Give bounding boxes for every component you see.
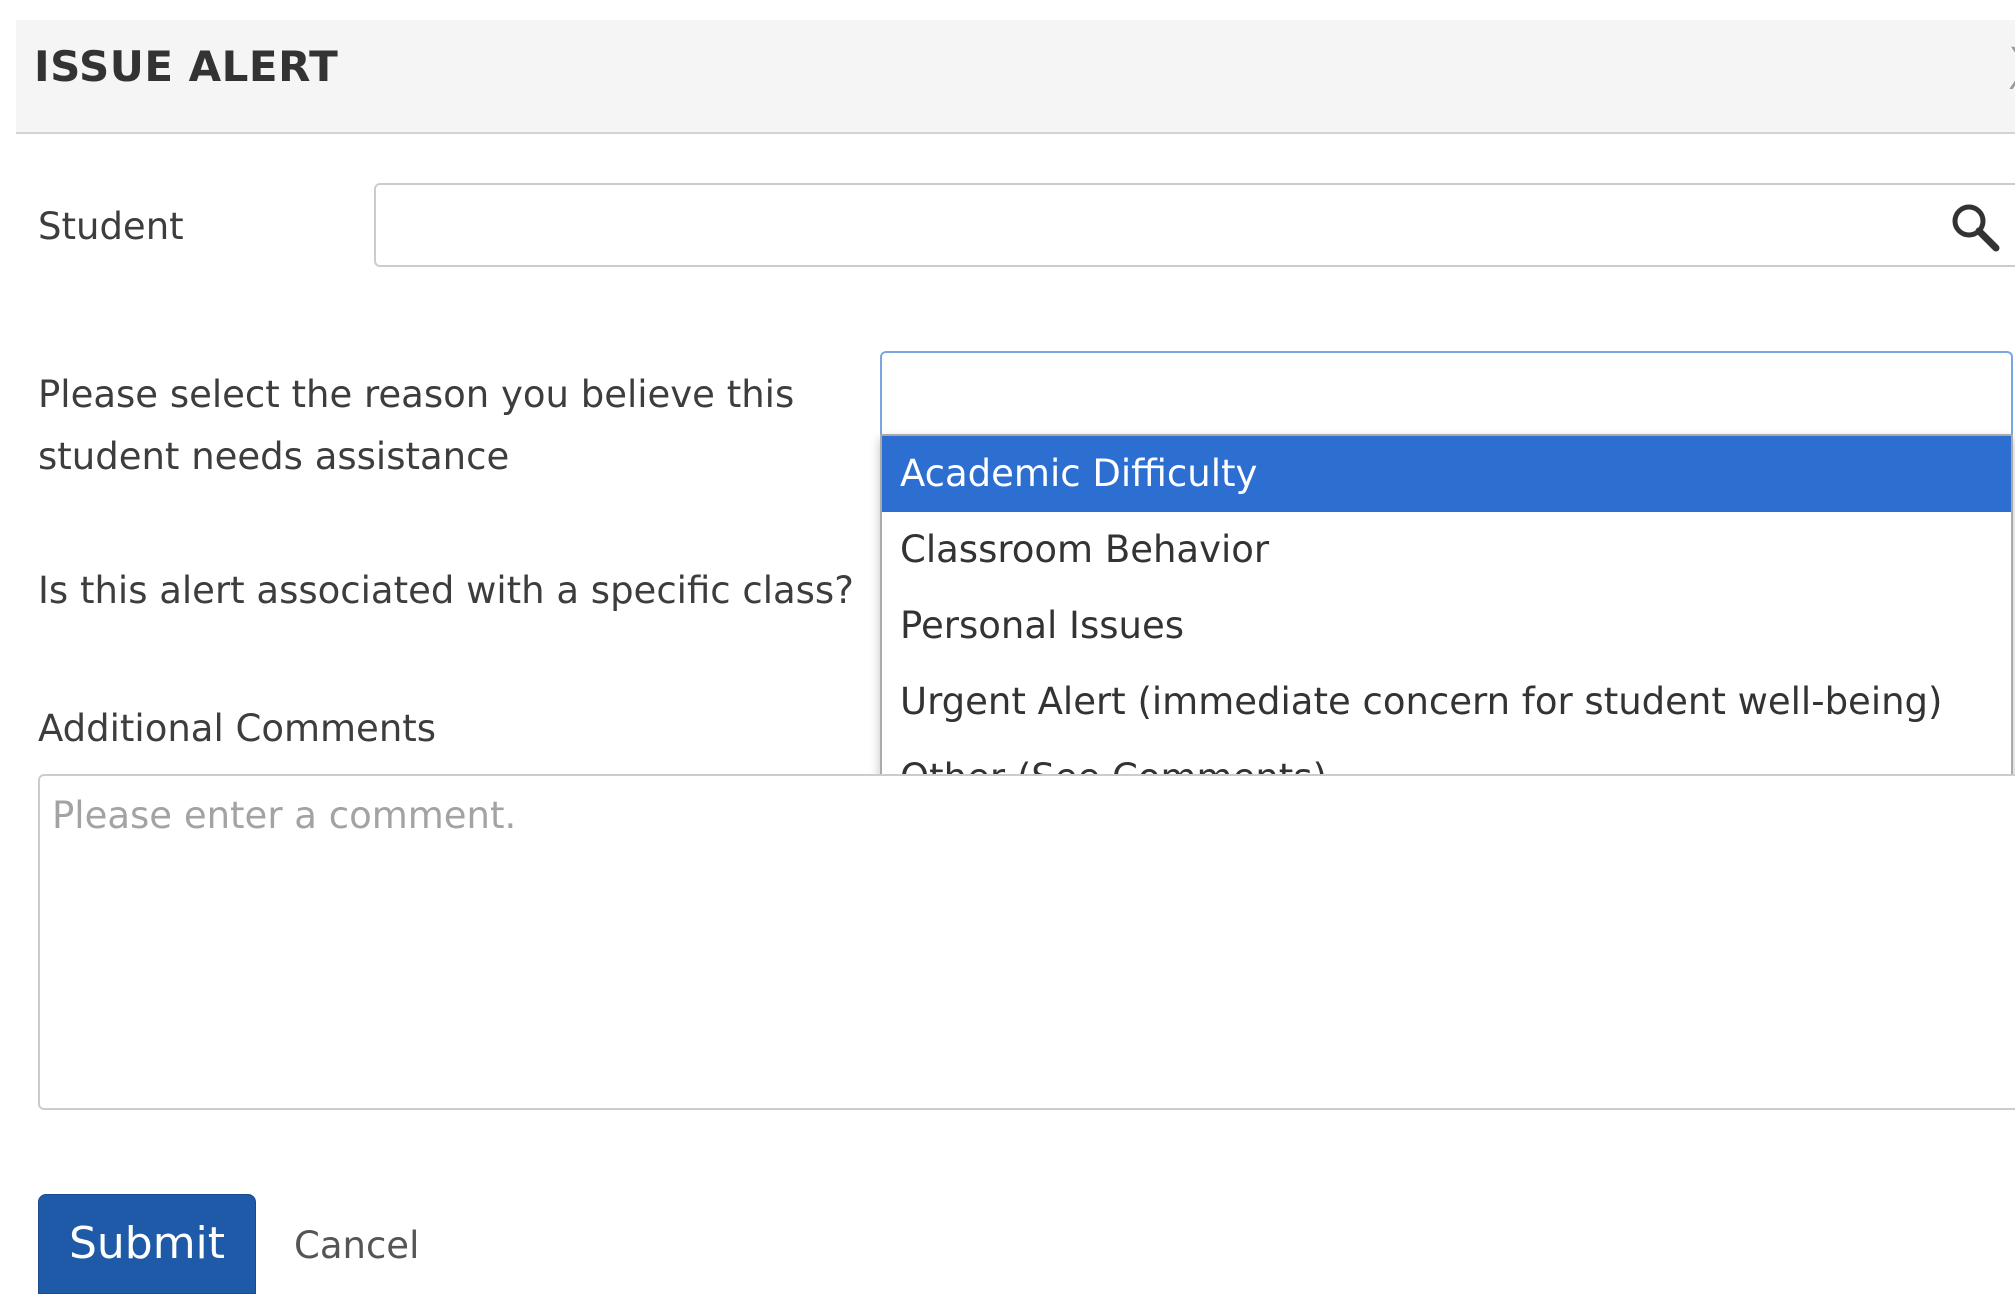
dialog-title: ISSUE ALERT [34, 42, 339, 91]
option-urgent-alert[interactable]: Urgent Alert (immediate concern for stud… [882, 664, 2011, 740]
class-label: Is this alert associated with a specific… [38, 569, 854, 612]
comments-label: Additional Comments [38, 707, 437, 750]
dialog-header: ISSUE ALERT X [16, 20, 2015, 134]
option-classroom-behavior[interactable]: Classroom Behavior [882, 512, 2011, 588]
reason-select[interactable] [880, 351, 2013, 437]
reason-dropdown: Academic Difficulty Classroom Behavior P… [880, 434, 2013, 817]
submit-button[interactable]: Submit [38, 1194, 256, 1294]
search-icon[interactable] [1948, 200, 2002, 254]
close-icon[interactable]: X [2006, 40, 2015, 98]
option-academic-difficulty[interactable]: Academic Difficulty [882, 436, 2011, 512]
option-personal-issues[interactable]: Personal Issues [882, 588, 2011, 664]
student-search-input[interactable] [374, 183, 2015, 267]
issue-alert-dialog: ISSUE ALERT X Student Please select the … [0, 0, 2015, 1294]
comments-textarea[interactable] [38, 774, 2015, 1110]
reason-label: Please select the reason you believe thi… [38, 373, 795, 478]
student-label: Student [38, 205, 184, 248]
cancel-link[interactable]: Cancel [294, 1216, 419, 1276]
